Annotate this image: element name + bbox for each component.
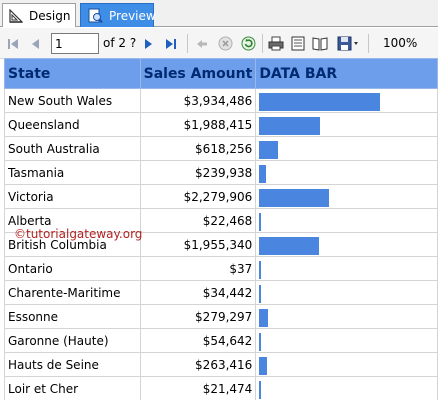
sales-amount-cell: $37 xyxy=(139,256,257,281)
data-bar-cell xyxy=(255,304,438,329)
watermark-text: ©tutorialgateway.org xyxy=(14,227,143,241)
sales-amount-cell: $3,934,486 xyxy=(139,88,257,113)
data-bar xyxy=(259,333,262,351)
data-bar xyxy=(259,189,330,207)
tab-strip: Design Preview xyxy=(0,0,438,27)
data-bar xyxy=(259,381,262,399)
page-setup-icon[interactable] xyxy=(312,35,328,52)
table-row: Tasmania $239,938 xyxy=(4,160,438,185)
table-row: Queensland $1,988,415 xyxy=(4,112,438,137)
data-bar-cell xyxy=(255,112,438,137)
tab-preview-label: Preview xyxy=(109,8,156,23)
design-icon xyxy=(9,8,23,24)
sales-amount-cell: $54,642 xyxy=(139,328,257,353)
table-header-row: State Sales Amount DATA BAR xyxy=(4,58,438,89)
page-number-input[interactable] xyxy=(51,33,99,54)
data-bar-cell xyxy=(255,184,438,209)
toolbar-separator xyxy=(368,34,369,53)
state-cell: Ontario xyxy=(4,256,141,281)
tab-design[interactable]: Design xyxy=(2,3,76,27)
sales-amount-cell: $618,256 xyxy=(139,136,257,161)
sales-amount-cell: $1,988,415 xyxy=(139,112,257,137)
data-bar-cell xyxy=(255,280,438,305)
data-bar xyxy=(259,165,267,183)
data-bar-cell xyxy=(255,376,438,400)
sales-amount-cell: $263,416 xyxy=(139,352,257,377)
sales-amount-cell: $21,474 xyxy=(139,376,257,400)
column-header-state: State xyxy=(4,58,141,89)
state-cell: Queensland xyxy=(4,112,141,137)
back-icon[interactable] xyxy=(195,35,209,52)
data-bar-cell xyxy=(255,136,438,161)
first-page-icon[interactable] xyxy=(6,35,20,52)
state-cell: Hauts de Seine xyxy=(4,352,141,377)
data-bar-cell xyxy=(255,232,438,257)
table-row: Ontario $37 xyxy=(4,256,438,281)
previous-page-icon[interactable] xyxy=(29,35,41,52)
page-count-label: of 2 ? xyxy=(103,36,137,50)
sales-amount-cell: $1,955,340 xyxy=(139,232,257,257)
state-cell: Essonne xyxy=(4,304,141,329)
table-row: Hauts de Seine $263,416 xyxy=(4,352,438,377)
state-cell: Victoria xyxy=(4,184,141,209)
print-layout-icon[interactable] xyxy=(290,35,306,52)
data-bar xyxy=(259,141,279,159)
print-icon[interactable] xyxy=(268,35,284,52)
sales-amount-cell: $239,938 xyxy=(139,160,257,185)
data-bar xyxy=(259,261,262,279)
table-row: New South Wales $3,934,486 xyxy=(4,88,438,113)
state-cell: New South Wales xyxy=(4,88,141,113)
table-row: South Australia $618,256 xyxy=(4,136,438,161)
column-header-sales-amount: Sales Amount xyxy=(139,58,257,89)
last-page-icon[interactable] xyxy=(164,35,178,52)
toolbar-separator xyxy=(262,34,263,53)
stop-icon[interactable] xyxy=(217,35,233,52)
data-bar-cell xyxy=(255,328,438,353)
sales-amount-cell: $279,297 xyxy=(139,304,257,329)
table-row: Garonne (Haute) $54,642 xyxy=(4,328,438,353)
state-cell: Garonne (Haute) xyxy=(4,328,141,353)
tab-preview[interactable]: Preview xyxy=(80,3,156,27)
data-bar-cell xyxy=(255,160,438,185)
data-bar xyxy=(259,285,262,303)
preview-icon xyxy=(87,8,103,24)
sales-amount-cell: $2,279,906 xyxy=(139,184,257,209)
toolbar-separator xyxy=(187,34,188,53)
data-bar-cell xyxy=(255,256,438,281)
report-toolbar: of 2 ? 100% xyxy=(0,28,438,59)
data-bar xyxy=(259,117,321,135)
state-cell: South Australia xyxy=(4,136,141,161)
export-icon[interactable] xyxy=(336,35,360,52)
table-row: Essonne $279,297 xyxy=(4,304,438,329)
data-bar xyxy=(259,309,269,327)
data-bar-cell xyxy=(255,88,438,113)
zoom-level[interactable]: 100% xyxy=(383,36,417,50)
data-bar xyxy=(259,93,381,111)
sales-amount-cell: $22,468 xyxy=(139,208,257,233)
table-row: Victoria $2,279,906 xyxy=(4,184,438,209)
column-header-data-bar: DATA BAR xyxy=(255,58,438,89)
data-bar xyxy=(259,237,320,255)
data-bar xyxy=(259,213,262,231)
data-bar-cell xyxy=(255,352,438,377)
table-row: Charente-Maritime $34,442 xyxy=(4,280,438,305)
tab-design-label: Design xyxy=(29,8,71,23)
state-cell: Tasmania xyxy=(4,160,141,185)
state-cell: Loir et Cher xyxy=(4,376,141,400)
refresh-icon[interactable] xyxy=(240,35,256,52)
data-bar-cell xyxy=(255,208,438,233)
table-row: Loir et Cher $21,474 xyxy=(4,376,438,400)
sales-amount-cell: $34,442 xyxy=(139,280,257,305)
state-cell: Charente-Maritime xyxy=(4,280,141,305)
next-page-icon[interactable] xyxy=(143,35,155,52)
data-bar xyxy=(259,357,268,375)
